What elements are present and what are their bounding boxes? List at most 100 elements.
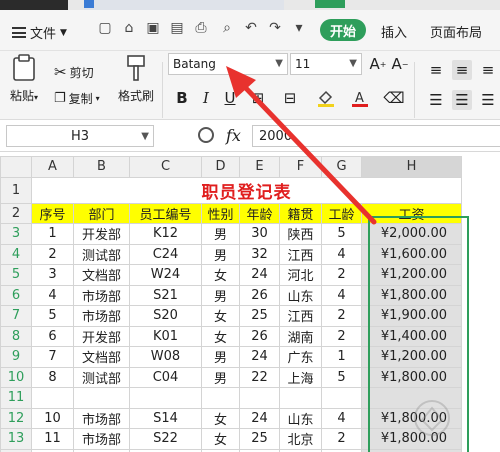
data-cell[interactable]: 5 <box>321 223 362 245</box>
data-cell[interactable]: 山东 <box>279 284 322 306</box>
font-color-icon[interactable]: A <box>350 88 370 108</box>
row-header[interactable]: 7 <box>0 305 32 327</box>
data-cell[interactable]: 男 <box>201 243 240 265</box>
fill-color-icon[interactable] <box>316 88 336 108</box>
header-cell[interactable]: 工龄 <box>321 202 362 224</box>
column-header[interactable]: E <box>239 156 280 178</box>
copy-button[interactable]: ❐ 复制 ▾ <box>54 90 100 107</box>
data-cell[interactable]: 1 <box>31 223 74 245</box>
data-cell[interactable] <box>201 387 240 409</box>
select-all-corner[interactable] <box>0 156 32 178</box>
data-cell[interactable]: 测试部 <box>73 366 130 388</box>
header-cell[interactable]: 性别 <box>201 202 240 224</box>
data-cell[interactable]: 文档部 <box>73 346 130 368</box>
print-icon[interactable]: ⎙ <box>192 19 210 37</box>
data-cell[interactable]: 女 <box>201 428 240 450</box>
sheet-title[interactable]: 职员登记表 <box>31 176 462 204</box>
font-size-select[interactable]: 11 ▼ <box>290 53 362 75</box>
header-cell[interactable]: 部门 <box>73 202 130 224</box>
header-cell[interactable]: 籍贯 <box>279 202 322 224</box>
row-header[interactable]: 10 <box>0 366 32 388</box>
data-cell[interactable]: C24 <box>129 243 202 265</box>
data-cell[interactable]: 26 <box>239 284 280 306</box>
data-cell[interactable] <box>31 387 74 409</box>
row-header[interactable]: 5 <box>0 264 32 286</box>
row-header[interactable]: 2 <box>0 202 32 224</box>
salary-cell[interactable]: ¥1,200.00 <box>361 346 462 368</box>
font-name-select[interactable]: Batang ▼ <box>168 53 288 75</box>
data-cell[interactable]: 山东 <box>279 407 322 429</box>
tab-page-layout[interactable]: 页面布局 <box>430 22 482 41</box>
home-tab[interactable] <box>0 0 68 10</box>
data-cell[interactable]: 25 <box>239 428 280 450</box>
file-menu-button[interactable]: 文件 ▼ <box>12 23 67 42</box>
data-cell[interactable]: 市场部 <box>73 407 130 429</box>
salary-cell[interactable]: ¥1,400.00 <box>361 325 462 347</box>
data-cell[interactable]: S20 <box>129 305 202 327</box>
data-cell[interactable]: 4 <box>321 407 362 429</box>
column-header[interactable]: A <box>31 156 74 178</box>
data-cell[interactable] <box>129 387 202 409</box>
clear-format-icon[interactable]: ⌫ <box>383 88 404 108</box>
data-cell[interactable] <box>73 387 130 409</box>
active-workbook-tab[interactable] <box>315 0 345 8</box>
header-cell[interactable]: 序号 <box>31 202 74 224</box>
data-cell[interactable]: 市场部 <box>73 284 130 306</box>
salary-cell[interactable]: ¥1,800.00 <box>361 284 462 306</box>
data-cell[interactable]: 6 <box>31 325 74 347</box>
data-cell[interactable]: S21 <box>129 284 202 306</box>
data-cell[interactable] <box>279 387 322 409</box>
zoom-icon[interactable] <box>198 127 214 143</box>
row-header[interactable]: 8 <box>0 325 32 347</box>
column-header-selected[interactable]: H <box>361 156 462 178</box>
formula-input[interactable]: 2000 <box>252 125 500 147</box>
data-cell[interactable]: 24 <box>239 346 280 368</box>
row-header[interactable]: 9 <box>0 346 32 368</box>
data-cell[interactable]: 30 <box>239 223 280 245</box>
tab-home[interactable]: 开始 <box>320 19 366 41</box>
align-right-icon[interactable]: ☰ <box>478 90 498 110</box>
salary-cell[interactable]: ¥1,900.00 <box>361 305 462 327</box>
data-cell[interactable]: W08 <box>129 346 202 368</box>
align-bottom-icon[interactable]: ≡ <box>478 60 498 80</box>
header-cell[interactable]: 年龄 <box>239 202 280 224</box>
data-cell[interactable]: 8 <box>31 366 74 388</box>
name-box[interactable]: H3 ▼ <box>6 125 154 147</box>
data-cell[interactable]: 24 <box>239 407 280 429</box>
salary-cell[interactable]: ¥1,800.00 <box>361 366 462 388</box>
data-cell[interactable]: 北京 <box>279 428 322 450</box>
data-cell[interactable]: W24 <box>129 264 202 286</box>
data-cell[interactable]: 4 <box>321 243 362 265</box>
salary-cell[interactable]: ¥2,000.00 <box>361 223 462 245</box>
underline-icon[interactable]: U <box>220 88 240 108</box>
data-cell[interactable]: 女 <box>201 264 240 286</box>
paste-button[interactable]: 粘贴▾ <box>8 54 40 104</box>
column-header[interactable]: C <box>129 156 202 178</box>
data-cell[interactable]: 7 <box>31 346 74 368</box>
data-cell[interactable]: 11 <box>31 428 74 450</box>
document-tab[interactable] <box>84 0 284 10</box>
data-cell[interactable]: 2 <box>321 325 362 347</box>
more-icon[interactable]: ▾ <box>290 19 308 37</box>
save-icon[interactable]: ▣ <box>144 19 162 37</box>
data-cell[interactable]: 广东 <box>279 346 322 368</box>
data-cell[interactable]: K01 <box>129 325 202 347</box>
undo-icon[interactable]: ↶ <box>242 19 260 37</box>
data-cell[interactable]: 陕西 <box>279 223 322 245</box>
data-cell[interactable]: 2 <box>321 428 362 450</box>
data-cell[interactable]: 2 <box>31 243 74 265</box>
data-cell[interactable]: 4 <box>31 284 74 306</box>
data-cell[interactable]: 24 <box>239 264 280 286</box>
data-cell[interactable]: 1 <box>321 346 362 368</box>
data-cell[interactable]: 上海 <box>279 366 322 388</box>
bold-icon[interactable]: B <box>172 88 192 108</box>
header-cell[interactable]: 工资 <box>361 202 462 224</box>
format-painter-button[interactable]: 格式刷 <box>116 54 156 104</box>
increase-font-icon[interactable]: A + <box>368 54 388 74</box>
align-center-icon[interactable]: ☰ <box>452 90 472 110</box>
print-preview-icon[interactable]: ⌕ <box>218 19 236 37</box>
salary-cell[interactable]: ¥1,600.00 <box>361 243 462 265</box>
align-left-icon[interactable]: ☰ <box>426 90 446 110</box>
merge-cells-icon[interactable]: ⊟ <box>280 88 300 108</box>
tab-insert[interactable]: 插入 <box>381 22 407 41</box>
